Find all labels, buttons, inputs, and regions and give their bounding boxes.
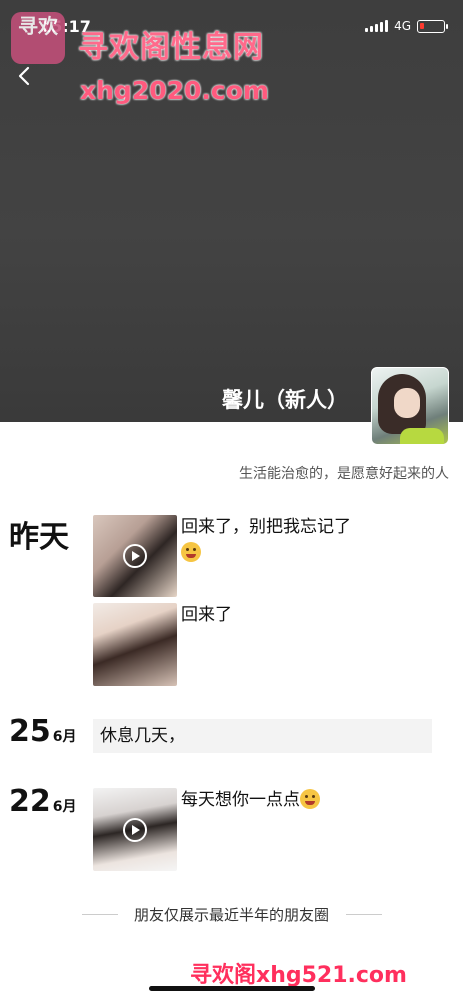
post-video-thumbnail[interactable]: [93, 515, 177, 597]
laughing-emoji-icon: [181, 542, 201, 562]
back-button[interactable]: [12, 63, 38, 89]
post-text-only[interactable]: 休息几天，: [93, 719, 432, 753]
status-icons: 4G: [365, 19, 448, 33]
profile-nickname: 馨儿（新人）: [222, 388, 348, 412]
post-photo-thumbnail[interactable]: [93, 603, 177, 686]
play-icon: [123, 818, 147, 842]
network-type: 4G: [394, 19, 411, 33]
watermark-bottom-url: 寻欢阁xhg521.com: [190, 963, 407, 988]
home-indicator[interactable]: [149, 986, 315, 991]
play-icon: [123, 544, 147, 568]
avatar[interactable]: [371, 367, 449, 445]
post-video-thumbnail[interactable]: [93, 788, 177, 871]
watermark-url: xhg2020.com: [80, 76, 269, 105]
date-label-yesterday: 昨天: [9, 520, 69, 555]
battery-icon: [417, 19, 448, 33]
footer-note: 朋友仅展示最近半年的朋友圈: [133, 906, 329, 924]
watermark-logo: 寻欢: [11, 12, 65, 64]
date-label-22: 22 6月: [9, 784, 77, 819]
divider: [346, 914, 382, 915]
signal-icon: [365, 20, 389, 32]
chevron-left-icon: [18, 66, 30, 86]
post-text[interactable]: 回来了，别把我忘记了: [181, 514, 361, 566]
wink-emoji-icon: [300, 789, 320, 809]
watermark-title: 寻欢阁性息网: [78, 30, 264, 65]
post-text[interactable]: 回来了: [181, 602, 361, 628]
profile-signature: 生活能治愈的，是愿意好起来的人: [239, 466, 449, 482]
post-text[interactable]: 每天想你一点点: [181, 787, 361, 813]
date-label-25: 25 6月: [9, 714, 77, 749]
